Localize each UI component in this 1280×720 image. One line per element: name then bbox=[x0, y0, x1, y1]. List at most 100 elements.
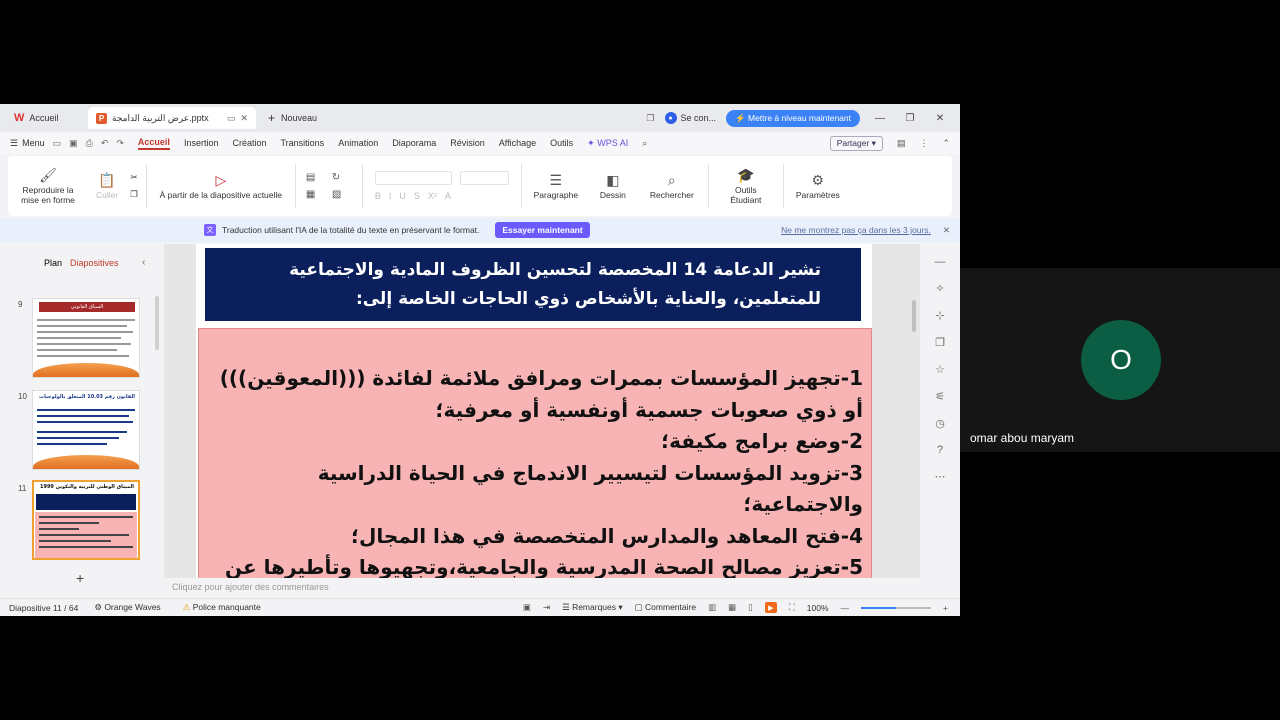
add-slide-icon[interactable]: + bbox=[76, 570, 84, 586]
search-icon[interactable]: ⌕ bbox=[642, 138, 647, 149]
font-color-icon[interactable]: A bbox=[445, 191, 451, 201]
comment-icon[interactable]: ▤ bbox=[897, 138, 906, 149]
zoom-out-icon[interactable]: — bbox=[841, 603, 850, 613]
tab-plan[interactable]: Plan bbox=[44, 258, 62, 268]
tools-icon[interactable]: ✧ bbox=[935, 282, 944, 295]
tab-document-label: عرض التربية الدامجة.pptx bbox=[112, 112, 209, 123]
italic-icon[interactable]: I bbox=[389, 191, 392, 201]
panel-scrollbar[interactable] bbox=[155, 296, 159, 350]
slide-content[interactable]: 1-تجهيز المؤسسات بممرات ومرافق ملائمة لف… bbox=[198, 328, 872, 578]
reset-icon[interactable]: ↻ bbox=[332, 172, 352, 183]
theme-icon: ⚙ bbox=[94, 602, 102, 612]
divider bbox=[145, 164, 147, 208]
window-layout-icon[interactable]: ❐ bbox=[646, 113, 654, 124]
tab-accueil[interactable]: Accueil bbox=[137, 137, 170, 150]
underline-icon[interactable]: U bbox=[399, 191, 406, 201]
paragraph-button[interactable]: ☰ Paragraphe bbox=[526, 172, 586, 200]
collapse-ribbon-icon[interactable]: ⌃ bbox=[942, 138, 950, 149]
paste-button[interactable]: 📋 Coller bbox=[88, 172, 126, 200]
close-icon[interactable]: ✕ bbox=[943, 225, 950, 236]
theme-button[interactable]: ⚙ Orange Waves bbox=[94, 602, 160, 613]
tab-outils[interactable]: Outils bbox=[550, 138, 573, 148]
slide-heading[interactable]: تشير الدعامة 14 المخصصة لتحسين الظروف ال… bbox=[205, 248, 861, 321]
drawing-button[interactable]: ◧ Dessin bbox=[586, 172, 640, 200]
fit-window-icon[interactable]: ⛶ bbox=[789, 602, 795, 613]
zoom-in-icon[interactable]: + bbox=[943, 603, 948, 613]
open-folder-icon[interactable]: ▭ bbox=[53, 138, 62, 149]
restore-icon[interactable]: ❐ bbox=[900, 113, 920, 124]
menu-button[interactable]: ☰ Menu bbox=[10, 138, 45, 149]
font-family-select[interactable] bbox=[374, 171, 453, 185]
minus-icon[interactable]: — bbox=[935, 256, 946, 268]
dismiss-link[interactable]: Ne me montrez pas ça dans les 3 jours. bbox=[781, 225, 931, 235]
new-slide-icon[interactable]: ▧ bbox=[332, 189, 352, 200]
export-icon[interactable]: ⇥ bbox=[543, 602, 550, 613]
section-icon[interactable]: ▦ bbox=[306, 189, 326, 200]
undo-icon[interactable]: ↶ bbox=[101, 138, 109, 149]
slide-thumbnail-9[interactable]: السياق القانوني bbox=[32, 298, 140, 378]
zoom-slider[interactable] bbox=[861, 606, 932, 609]
tab-document[interactable]: P عرض التربية الدامجة.pptx ▭ ✕ bbox=[88, 107, 256, 129]
monitor-icon[interactable]: ▭ bbox=[227, 113, 236, 124]
upgrade-button[interactable]: ⚡ Mettre à niveau maintenant bbox=[726, 109, 860, 127]
tab-home[interactable]: W Accueil bbox=[6, 107, 84, 129]
canvas-scrollbar[interactable] bbox=[912, 300, 916, 332]
close-window-icon[interactable]: ✕ bbox=[930, 113, 950, 124]
notes-button[interactable]: ☰ Remarques ▾ bbox=[562, 602, 623, 613]
tab-creation[interactable]: Création bbox=[232, 138, 266, 148]
reading-view-icon[interactable]: ▯ bbox=[748, 602, 753, 613]
format-painter-button[interactable]: 🖌 Reproduire la mise en forme bbox=[8, 167, 88, 205]
more-icon[interactable]: ⋮ bbox=[919, 138, 928, 149]
adjust-icon[interactable]: ⚟ bbox=[935, 390, 945, 403]
strikethrough-icon[interactable]: S bbox=[414, 191, 420, 201]
start-from-current-button[interactable]: ▷ À partir de la diapositive actuelle bbox=[151, 172, 291, 200]
superscript-icon[interactable]: X² bbox=[428, 191, 437, 201]
thumbnail-text-line bbox=[37, 331, 133, 333]
student-tools-button[interactable]: 🎓 Outils Étudiant bbox=[713, 167, 779, 205]
font-size-select[interactable] bbox=[460, 171, 509, 185]
cut-icon[interactable]: ✂ bbox=[130, 172, 137, 183]
new-tab-button[interactable]: + Nouveau bbox=[268, 111, 317, 125]
help-icon[interactable]: ? bbox=[937, 444, 943, 456]
normal-view-icon[interactable]: ▥ bbox=[708, 602, 716, 613]
comments-area[interactable]: Cliquez pour ajouter des commentaires bbox=[164, 578, 920, 598]
history-icon[interactable]: ◷ bbox=[935, 417, 945, 430]
try-now-button[interactable]: Essayer maintenant bbox=[495, 222, 590, 238]
tab-transitions[interactable]: Transitions bbox=[281, 138, 325, 148]
minimize-icon[interactable]: — bbox=[870, 113, 890, 124]
layout-icon[interactable]: ▤ bbox=[306, 172, 326, 183]
settings-icon: ⚙ bbox=[811, 172, 825, 188]
tab-animation[interactable]: Animation bbox=[338, 138, 378, 148]
tab-affichage[interactable]: Affichage bbox=[499, 138, 536, 148]
comment-button[interactable]: ▢ Commentaire bbox=[635, 602, 696, 613]
find-button[interactable]: ⌕ Rechercher bbox=[640, 172, 704, 200]
copy-format-icon[interactable]: ❐ bbox=[935, 336, 945, 349]
tab-insertion[interactable]: Insertion bbox=[184, 138, 219, 148]
slide-thumbnail-11[interactable]: الميثاق الوطني للتربية والتكوين 1999 bbox=[32, 480, 140, 560]
close-tab-icon[interactable]: ✕ bbox=[240, 113, 248, 124]
tab-revision[interactable]: Révision bbox=[450, 138, 485, 148]
tab-diaporama[interactable]: Diaporama bbox=[392, 138, 436, 148]
account-button[interactable]: ● Se con... bbox=[664, 112, 716, 124]
star-icon[interactable]: ☆ bbox=[935, 363, 945, 376]
tab-slides[interactable]: Diapositives bbox=[70, 258, 119, 268]
copy-icon[interactable]: ❐ bbox=[130, 189, 138, 200]
settings-button[interactable]: ⚙ Paramètres bbox=[788, 172, 848, 200]
zoom-level[interactable]: 100% bbox=[807, 603, 829, 613]
more-dots-icon[interactable]: ⋯ bbox=[935, 470, 946, 483]
share-button[interactable]: Partager ▾ bbox=[829, 135, 883, 151]
thumbnail-heading-box bbox=[36, 494, 136, 510]
chevron-left-icon[interactable]: ‹ bbox=[142, 257, 145, 268]
select-icon[interactable]: ⊹ bbox=[935, 309, 944, 322]
slideshow-play-icon[interactable]: ▶ bbox=[764, 602, 777, 613]
slide-thumbnail-10[interactable]: القانون رقم 10.03 المتعلق بالولوجيات bbox=[32, 390, 140, 470]
missing-font-button[interactable]: ⚠ Police manquante bbox=[183, 602, 261, 613]
save-icon[interactable]: ▣ bbox=[69, 138, 78, 149]
grid-view-icon[interactable]: ▦ bbox=[728, 602, 736, 613]
bold-icon[interactable]: B bbox=[375, 191, 381, 201]
thumbnail-title: الميثاق الوطني للتربية والتكوين 1999 bbox=[40, 484, 134, 490]
print-icon[interactable]: ⎙ bbox=[86, 138, 93, 149]
tab-wps-ai[interactable]: ✦ WPS AI bbox=[587, 138, 628, 149]
redo-icon[interactable]: ↷ bbox=[116, 138, 124, 149]
fit-icon[interactable]: ▣ bbox=[523, 602, 531, 613]
